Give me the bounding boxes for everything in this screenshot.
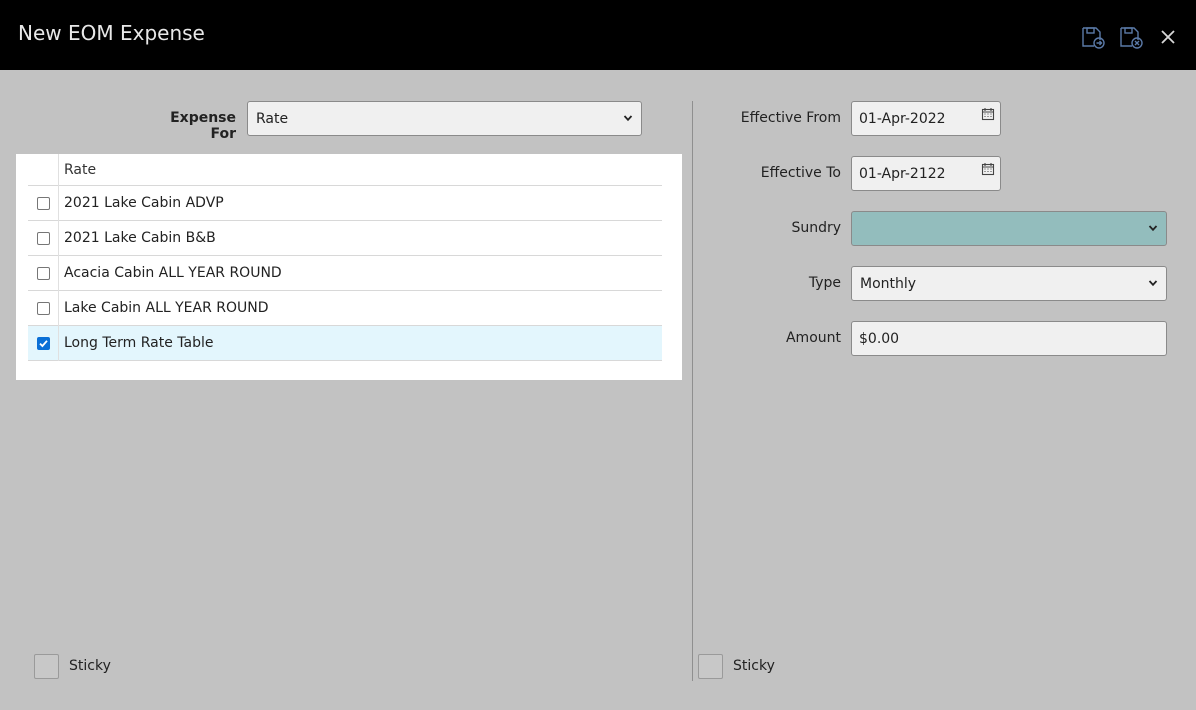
sticky-checkbox-left[interactable] (34, 654, 59, 679)
chevron-down-icon (623, 113, 633, 123)
row-label: Lake Cabin ALL YEAR ROUND (64, 300, 269, 316)
checkmark-icon (39, 340, 48, 348)
effective-to-label: Effective To (760, 165, 841, 181)
sundry-select[interactable] (851, 211, 1167, 246)
sticky-label-left: Sticky (69, 658, 111, 674)
row-checkbox[interactable] (37, 197, 50, 210)
row-label: 2021 Lake Cabin ADVP (64, 195, 224, 211)
chevron-down-icon (1148, 223, 1158, 233)
type-label: Type (808, 275, 841, 291)
rate-table: Rate 2021 Lake Cabin ADVP 2021 Lake Cabi… (16, 154, 682, 380)
type-select[interactable]: Monthly (851, 266, 1167, 301)
title-bar: New EOM Expense (0, 0, 1196, 70)
chevron-down-icon (1148, 278, 1158, 288)
table-row[interactable]: Lake Cabin ALL YEAR ROUND (28, 291, 662, 326)
effective-from-value: 01-Apr-2022 (859, 111, 946, 127)
save-and-close-icon[interactable] (1118, 24, 1144, 50)
column-divider (58, 154, 59, 186)
expense-for-value: Rate (256, 111, 289, 127)
column-divider (58, 221, 59, 256)
panel-divider (692, 101, 693, 681)
calendar-icon[interactable] (981, 107, 995, 121)
effective-to-field[interactable]: 01-Apr-2122 (851, 156, 1001, 191)
effective-to-value: 01-Apr-2122 (859, 166, 946, 182)
table-header: Rate (28, 154, 662, 186)
row-label: 2021 Lake Cabin B&B (64, 230, 216, 246)
amount-label: Amount (785, 330, 841, 346)
effective-from-field[interactable]: 01-Apr-2022 (851, 101, 1001, 136)
row-checkbox[interactable] (37, 267, 50, 280)
column-divider (58, 186, 59, 221)
table-row[interactable]: 2021 Lake Cabin ADVP (28, 186, 662, 221)
save-and-new-icon[interactable] (1080, 24, 1106, 50)
amount-field[interactable]: $0.00 (851, 321, 1167, 356)
close-icon[interactable] (1155, 24, 1181, 50)
expense-for-label: Expense For (170, 110, 236, 142)
column-divider (58, 291, 59, 326)
sundry-label: Sundry (791, 220, 841, 236)
table-row[interactable]: Acacia Cabin ALL YEAR ROUND (28, 256, 662, 291)
table-row[interactable]: 2021 Lake Cabin B&B (28, 221, 662, 256)
window-title: New EOM Expense (18, 21, 205, 45)
sticky-checkbox-right[interactable] (698, 654, 723, 679)
row-checkbox[interactable] (37, 232, 50, 245)
column-divider (58, 256, 59, 291)
row-label: Acacia Cabin ALL YEAR ROUND (64, 265, 282, 281)
calendar-icon[interactable] (981, 162, 995, 176)
column-divider (58, 326, 59, 361)
column-header-rate: Rate (64, 162, 97, 178)
expense-for-select[interactable]: Rate (247, 101, 642, 136)
row-checkbox-checked[interactable] (37, 337, 50, 350)
sticky-label-right: Sticky (733, 658, 775, 674)
table-row-selected[interactable]: Long Term Rate Table (28, 326, 662, 361)
row-label: Long Term Rate Table (64, 335, 214, 351)
row-checkbox[interactable] (37, 302, 50, 315)
effective-from-label: Effective From (740, 110, 841, 126)
type-value: Monthly (860, 276, 917, 292)
amount-value: $0.00 (859, 331, 900, 347)
